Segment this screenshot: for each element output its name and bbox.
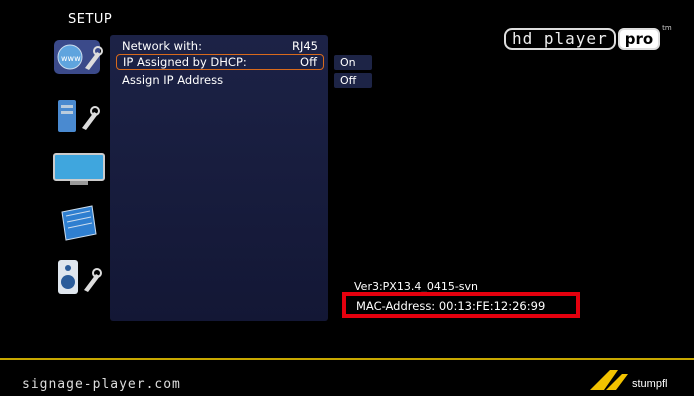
- menu-row-assign-ip[interactable]: Assign IP Address: [116, 72, 324, 88]
- menu-row-value: RJ45: [291, 39, 318, 53]
- footer-url: signage-player.com: [22, 377, 181, 392]
- display-icon[interactable]: [52, 150, 106, 190]
- svg-text:www: www: [61, 54, 81, 63]
- system-settings-icon[interactable]: [52, 96, 106, 136]
- mac-address-text: MAC-Address: 00:13:FE:12:26:99: [356, 299, 546, 313]
- book-icon[interactable]: [52, 204, 106, 244]
- menu-row-label: IP Assigned by DHCP:: [123, 55, 247, 69]
- option-off[interactable]: Off: [334, 73, 372, 88]
- audio-settings-icon[interactable]: [52, 258, 106, 298]
- menu-row-dhcp[interactable]: IP Assigned by DHCP: Off: [116, 54, 324, 70]
- menu-row-value: Off: [300, 55, 317, 69]
- option-on[interactable]: On: [334, 55, 372, 70]
- logo-pro-text: pro: [617, 28, 661, 50]
- brand-text: stumpfl: [632, 378, 667, 390]
- logo-hd-text: hd player: [504, 28, 616, 50]
- menu-row-label: Network with:: [122, 39, 202, 53]
- hd-player-pro-logo: hd player pro tm: [504, 24, 672, 50]
- stumpfl-logo: stumpfl: [588, 366, 688, 392]
- footer-separator: [0, 358, 694, 360]
- menu-row-network[interactable]: Network with: RJ45: [116, 38, 324, 54]
- network-settings-icon[interactable]: www: [52, 38, 106, 78]
- menu-panel: Network with: RJ45 IP Assigned by DHCP: …: [110, 35, 328, 321]
- menu-row-label: Assign IP Address: [122, 73, 224, 87]
- logo-tm: tm: [662, 24, 672, 32]
- mac-address-box: MAC-Address: 00:13:FE:12:26:99: [342, 292, 580, 318]
- page-title: SETUP: [68, 12, 113, 27]
